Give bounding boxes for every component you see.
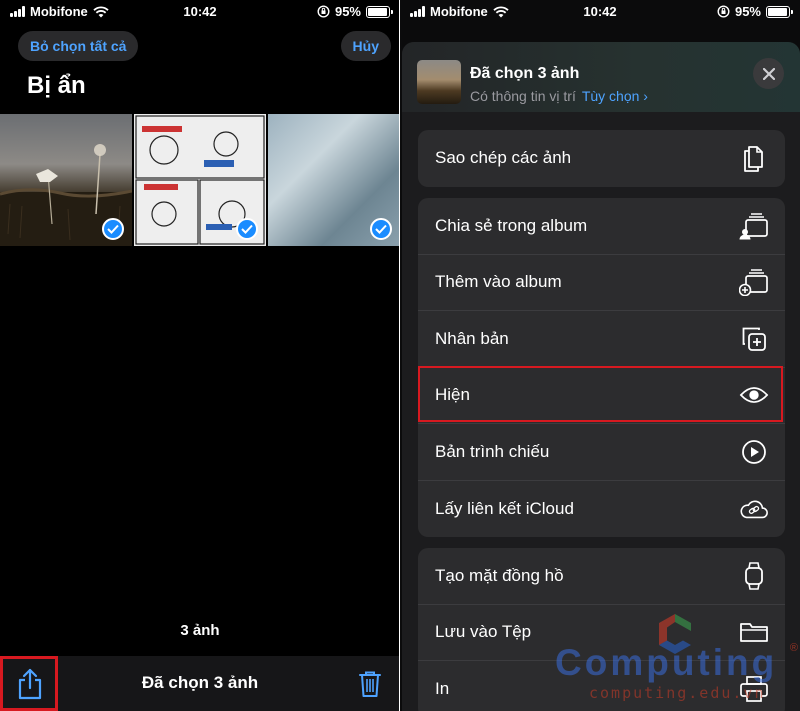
add-album-icon (739, 267, 769, 297)
options-link-label: Tùy chọn (581, 88, 640, 104)
selected-check-icon (102, 218, 124, 240)
unhide-highlight-box (418, 366, 783, 422)
cancel-button[interactable]: Hủy (340, 31, 391, 61)
share-highlight-box (0, 656, 58, 711)
folder-icon (739, 617, 769, 647)
copy-icon (739, 143, 769, 173)
photo-thumbnail-comic[interactable] (134, 114, 266, 246)
bottom-toolbar: Đã chọn 3 ảnh (0, 656, 400, 711)
cloud-link-icon (739, 494, 769, 524)
status-right: 95% (317, 4, 393, 19)
battery-percent: 95% (334, 4, 361, 19)
action-shared-album[interactable]: Chia sẻ trong album (418, 198, 785, 255)
play-icon (739, 437, 769, 467)
location-info-label: Có thông tin vị trí (470, 88, 576, 104)
action-save-to-files[interactable]: Lưu vào Tệp (418, 605, 785, 661)
action-label: Nhân bản (435, 328, 509, 348)
action-label: Bản trình chiếu (435, 441, 550, 461)
deselect-all-button[interactable]: Bỏ chọn tất cả (18, 31, 139, 61)
close-icon (762, 67, 775, 80)
album-title: Bị ẩn (27, 72, 86, 99)
trash-icon[interactable] (358, 670, 382, 698)
photo-thumbnail-dandelion[interactable] (0, 114, 132, 246)
status-bar-right: Mobifone 10:42 95% (400, 0, 800, 24)
shared-album-icon (739, 211, 769, 241)
action-label: In (435, 679, 450, 699)
action-label: Chia sẻ trong album (435, 215, 588, 235)
orientation-lock-icon (717, 5, 730, 18)
close-button[interactable] (753, 58, 784, 89)
battery-icon (366, 5, 393, 18)
selected-check-icon (236, 218, 258, 240)
share-sheet-title: Đã chọn 3 ảnh (470, 65, 580, 82)
action-watch-face[interactable]: Tạo mặt đồng hồ (418, 548, 785, 605)
printer-icon (739, 674, 769, 704)
selection-title: Đã chọn 3 ảnh (141, 673, 259, 692)
photo-thumbnail-sky[interactable] (268, 114, 400, 246)
action-print[interactable]: In (418, 661, 785, 711)
photo-count: 3 ảnh (180, 622, 220, 639)
action-label: Sao chép các ảnh (435, 148, 572, 168)
action-label: Tạo mặt đồng hồ (435, 565, 564, 585)
watch-icon (739, 561, 769, 591)
action-label: Lấy liên kết iCloud (435, 498, 574, 518)
action-slideshow[interactable]: Bản trình chiếu (418, 424, 785, 481)
action-duplicate[interactable]: Nhân bản (418, 311, 785, 368)
action-group-copy: Sao chép các ảnh (418, 130, 785, 187)
orientation-lock-icon (317, 5, 330, 18)
action-add-to-album[interactable]: Thêm vào album (418, 255, 785, 311)
action-icloud-link[interactable]: Lấy liên kết iCloud (418, 481, 785, 538)
duplicate-icon (739, 324, 769, 354)
action-copy-photos[interactable]: Sao chép các ảnh (418, 130, 785, 187)
selection-thumbnail (417, 60, 461, 104)
action-group-more: Tạo mặt đồng hồ Lưu vào Tệp In (418, 548, 785, 711)
share-sheet-subtitle: Có thông tin vị trí Tùy chọn › (470, 88, 648, 104)
status-bar: Mobifone 10:42 95% (0, 0, 400, 24)
battery-icon (766, 5, 793, 18)
action-label: Thêm vào album (435, 272, 562, 292)
action-label: Lưu vào Tệp (435, 622, 532, 642)
options-link[interactable]: Tùy chọn › (582, 88, 648, 104)
battery-percent: 95% (734, 4, 761, 19)
share-sheet-header: Đã chọn 3 ảnh Có thông tin vị trí Tùy chọ… (402, 42, 800, 112)
selected-check-icon (370, 218, 392, 240)
status-right: 95% (717, 4, 793, 19)
left-screen: Mobifone 10:42 95% Bỏ chọn tất cả Hủy Bị… (0, 0, 400, 711)
